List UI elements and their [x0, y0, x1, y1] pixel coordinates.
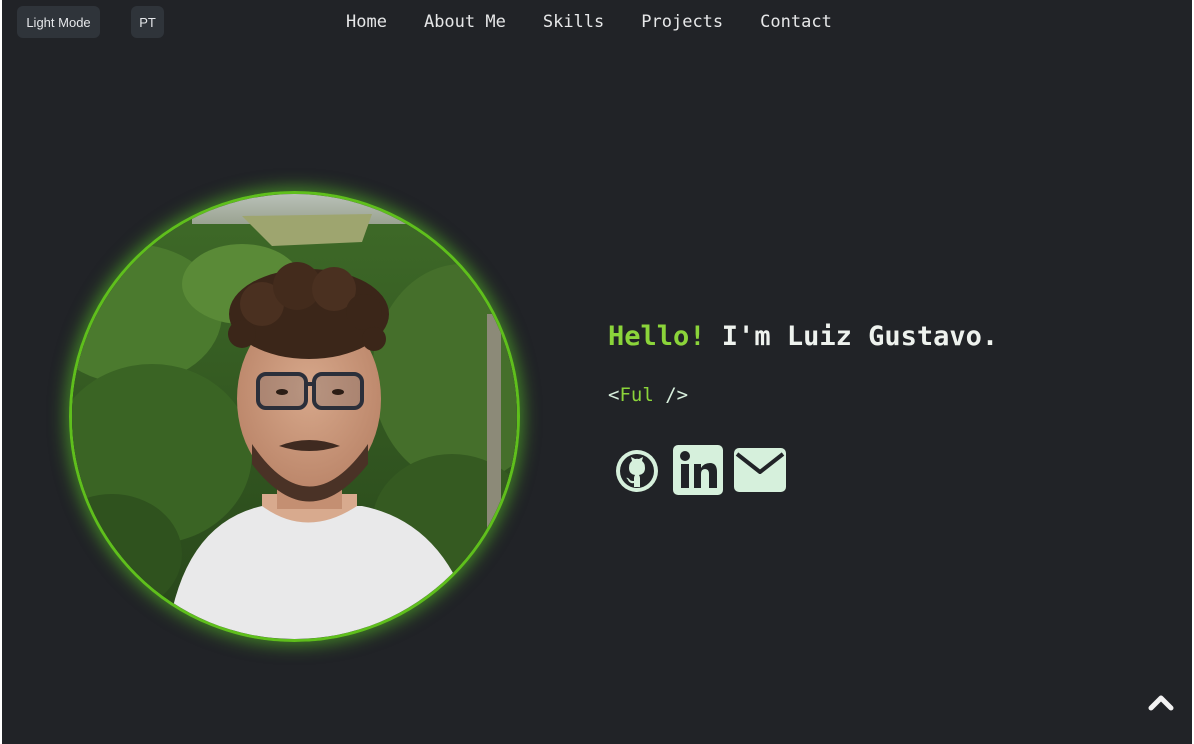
tag-word: Ful — [619, 384, 654, 406]
hero-tagline: <Ful /> — [608, 384, 688, 406]
greeting-name: I'm Luiz Gustavo. — [705, 321, 999, 352]
github-icon[interactable] — [614, 447, 660, 493]
language-toggle-button[interactable]: PT — [131, 6, 164, 38]
nav-projects[interactable]: Projects — [641, 10, 723, 34]
nav-about-me[interactable]: About Me — [424, 10, 506, 34]
tag-close: /> — [653, 384, 689, 406]
theme-toggle-button[interactable]: Light Mode — [17, 6, 100, 38]
nav-home[interactable]: Home — [346, 10, 387, 34]
nav-contact[interactable]: Contact — [760, 10, 832, 34]
social-links — [614, 444, 788, 496]
nav-skills[interactable]: Skills — [543, 10, 604, 34]
profile-photo-illustration — [72, 194, 517, 639]
linkedin-icon[interactable] — [672, 444, 724, 496]
profile-photo — [69, 191, 520, 642]
main-nav: Home About Me Skills Projects Contact — [346, 10, 869, 34]
tag-open: < — [608, 384, 620, 406]
chevron-up-icon[interactable] — [1146, 690, 1176, 716]
email-icon[interactable] — [732, 446, 788, 494]
page: Light Mode PT Home About Me Skills Proje… — [2, 0, 1192, 744]
greeting-highlight: Hello! — [608, 321, 706, 352]
hero-greeting: Hello! I'm Luiz Gustavo. — [608, 321, 998, 352]
